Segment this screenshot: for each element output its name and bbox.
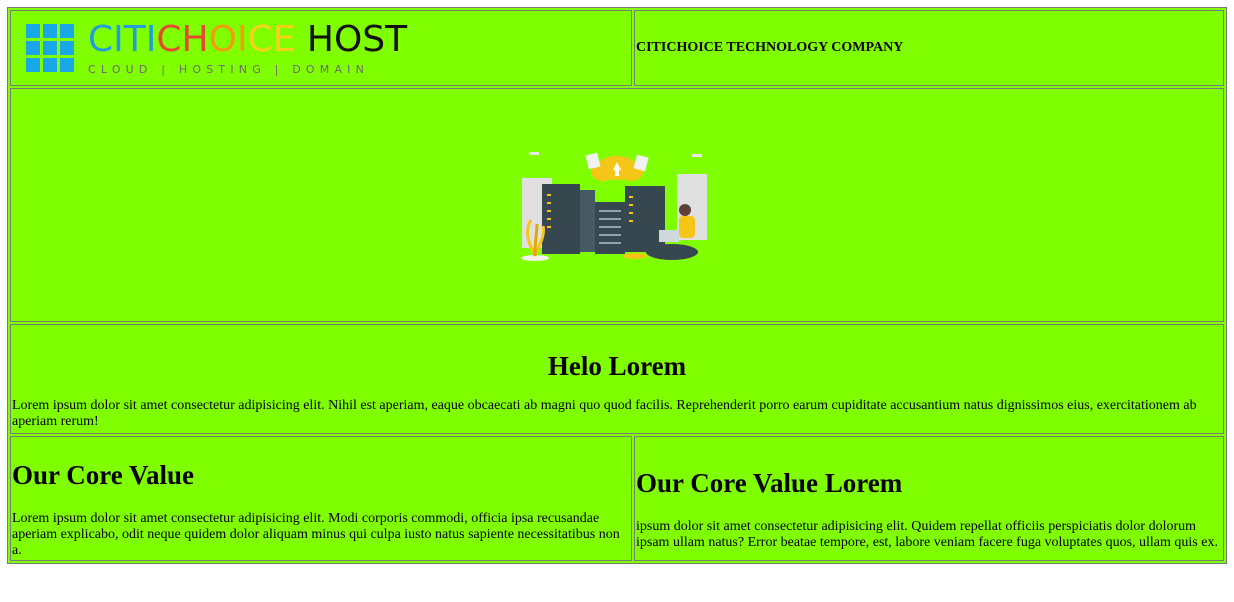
logo-text: CITICHOICE HOST CLOUD | HOSTING | DOMAIN: [88, 18, 408, 76]
illustration-cell: [10, 88, 1224, 322]
company-name: CITICHOICE TECHNOLOGY COMPANY: [634, 10, 1224, 86]
intro-section: Helo Lorem Lorem ipsum dolor sit amet co…: [10, 324, 1224, 434]
page-layout-table: CITICHOICE HOST CLOUD | HOSTING | DOMAIN…: [7, 7, 1227, 564]
logo-title-part: CITI: [88, 18, 157, 60]
logo-title-part: H: [181, 18, 209, 60]
site-logo[interactable]: CITICHOICE HOST CLOUD | HOSTING | DOMAIN: [26, 18, 630, 76]
core-value-lorem-text: ipsum dolor sit amet consectetur adipisi…: [636, 519, 1218, 550]
intro-text: Lorem ipsum dolor sit amet consectetur a…: [12, 397, 1197, 429]
logo-title-part: I: [236, 18, 248, 60]
logo-title-part: HOST: [295, 18, 408, 60]
core-value-heading: Our Core Value: [12, 460, 195, 490]
intro-heading: Helo Lorem: [547, 350, 687, 381]
core-value-section: Our Core Value Lorem ipsum dolor sit ame…: [10, 436, 632, 561]
logo-title-part: O: [208, 18, 237, 60]
logo-tagline: CLOUD | HOSTING | DOMAIN: [88, 62, 370, 76]
logo-title-part: CE: [247, 18, 296, 60]
logo-title: CITICHOICE HOST: [88, 18, 408, 60]
logo-title-part: C: [156, 18, 182, 60]
core-value-lorem-section: Our Core Value Lorem ipsum dolor sit ame…: [634, 436, 1224, 561]
server-room-illustration-icon: [521, 152, 707, 261]
core-value-lorem-heading: Our Core Value Lorem: [636, 468, 903, 498]
core-value-text: Lorem ipsum dolor sit amet consectetur a…: [12, 511, 620, 558]
logo-cell: CITICHOICE HOST CLOUD | HOSTING | DOMAIN: [10, 10, 632, 86]
grid-logo-icon: [26, 24, 74, 72]
